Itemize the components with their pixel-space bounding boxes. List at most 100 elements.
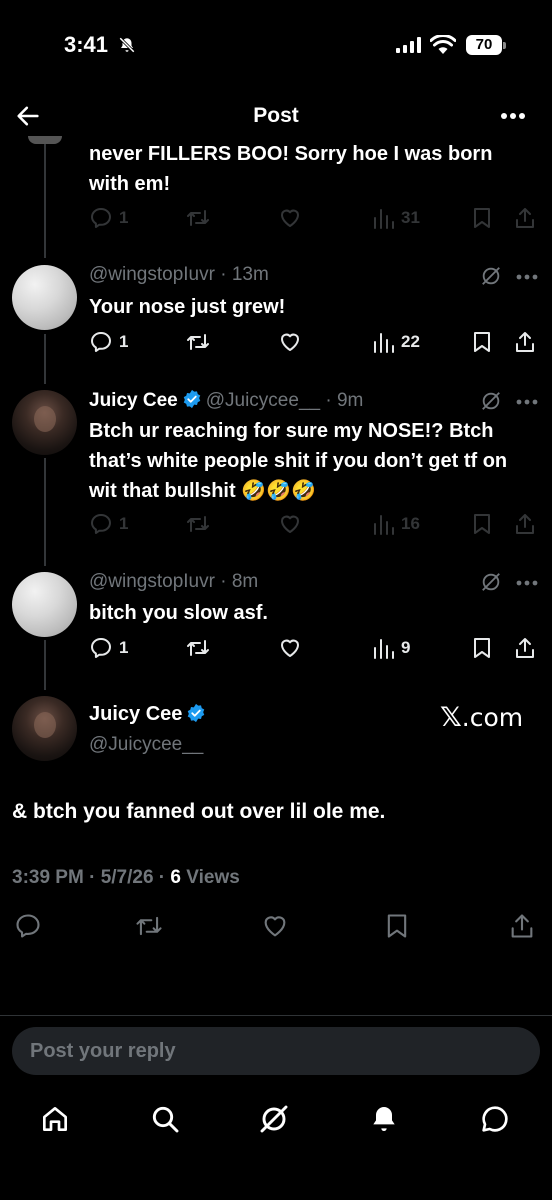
reply-icon [91, 208, 111, 228]
tweet-text: bitch you slow asf. [89, 602, 268, 624]
tweet-time[interactable]: 9m [337, 390, 363, 411]
battery-tip [503, 42, 506, 49]
thread-line [44, 138, 46, 258]
display-name[interactable]: Juicy Cee [89, 390, 178, 411]
share-button[interactable] [513, 636, 537, 660]
reply-button[interactable]: 1 [89, 636, 128, 660]
repost-icon [187, 640, 209, 656]
grok-icon[interactable] [480, 571, 502, 593]
more-options-icon[interactable] [516, 580, 538, 586]
like-button[interactable] [277, 636, 303, 660]
views-button[interactable]: 16 [373, 512, 420, 536]
views-icon [374, 515, 394, 535]
grok-icon[interactable] [258, 1103, 290, 1135]
avatar[interactable] [12, 572, 77, 637]
tweet-header: @wingstopIuvr · 13m [89, 264, 269, 285]
reply-button[interactable]: 1 [89, 206, 128, 230]
main-tweet-author: Juicy Cee [89, 703, 210, 726]
tweet-actions: 1 22 [89, 330, 541, 356]
user-handle[interactable]: @wingstopIuvr [89, 264, 215, 285]
battery-indicator: 70 [466, 35, 502, 55]
more-options-icon[interactable] [516, 274, 538, 280]
views-label: Views [180, 867, 240, 888]
views-button[interactable]: 31 [373, 206, 420, 230]
share-button[interactable] [513, 330, 537, 354]
views-count: 9 [401, 638, 411, 657]
repost-icon [187, 334, 209, 350]
heart-icon [281, 515, 299, 533]
bookmark-button[interactable] [471, 512, 493, 536]
notifications-bell-icon[interactable] [368, 1103, 400, 1135]
thread-line [44, 334, 46, 384]
heart-icon[interactable] [260, 912, 290, 940]
user-handle[interactable]: @wingstopIuvr [89, 571, 215, 592]
tweet-time[interactable]: 8m [232, 571, 258, 592]
views-count: 31 [401, 208, 420, 227]
repost-icon[interactable] [134, 912, 164, 940]
tweet-header: @wingstopIuvr · 8m [89, 571, 259, 592]
grok-icon[interactable] [480, 390, 502, 412]
more-options-icon[interactable] [516, 399, 538, 405]
reply-button[interactable]: 1 [89, 512, 128, 536]
main-tweet-text: & btch you fanned out over lil ole me. [12, 800, 386, 823]
verified-badge-icon [188, 703, 205, 723]
home-icon[interactable] [39, 1103, 71, 1135]
bookmark-icon[interactable] [384, 912, 410, 940]
views-button[interactable]: 22 [373, 330, 420, 354]
display-name[interactable]: Juicy Cee [89, 703, 182, 725]
views-button[interactable]: 9 [373, 636, 410, 660]
reply-icon [91, 638, 111, 658]
avatar[interactable] [12, 390, 77, 455]
reply-box [12, 1027, 540, 1075]
user-handle[interactable]: @Juicycee__ [206, 390, 320, 411]
bookmark-button[interactable] [471, 206, 493, 230]
status-bar: 3:41 70 [0, 0, 552, 90]
search-icon[interactable] [149, 1103, 181, 1135]
bookmark-button[interactable] [471, 636, 493, 660]
views-count[interactable]: 6 [170, 867, 181, 888]
tweet-header: Juicy Cee @Juicycee__ · 9m [89, 389, 364, 411]
grok-icon[interactable] [480, 265, 502, 287]
repost-icon [187, 210, 209, 226]
more-options-icon[interactable] [500, 112, 526, 120]
bookmark-icon [474, 638, 490, 658]
page-title: Post [253, 104, 299, 127]
verified-badge-icon [183, 389, 200, 409]
share-icon[interactable] [508, 912, 536, 940]
wifi-icon [430, 35, 456, 54]
reply-count: 1 [119, 638, 129, 657]
tweet-actions: 1 9 [89, 636, 541, 662]
bottom-nav [0, 1095, 552, 1145]
share-button[interactable] [513, 206, 537, 230]
share-button[interactable] [513, 512, 537, 536]
repost-button[interactable] [185, 330, 211, 354]
reply-count: 1 [119, 514, 129, 533]
tweet-time[interactable]: 13m [232, 264, 269, 285]
reply-input[interactable] [12, 1027, 540, 1075]
bookmark-icon [474, 514, 490, 534]
views-icon [374, 209, 394, 229]
like-button[interactable] [277, 512, 303, 536]
reply-count: 1 [119, 332, 129, 351]
user-handle[interactable]: @Juicycee__ [89, 734, 203, 756]
like-button[interactable] [277, 206, 303, 230]
share-icon [516, 208, 534, 228]
timestamp-text: 3:39 PM · 5/7/26 · [12, 867, 171, 888]
status-time: 3:41 [64, 32, 109, 57]
repost-button[interactable] [185, 206, 211, 230]
messages-icon[interactable] [479, 1103, 511, 1135]
repost-button[interactable] [185, 636, 211, 660]
tweet-text: never FILLERS BOO! Sorry hoe I was born … [89, 143, 493, 195]
avatar[interactable] [12, 265, 77, 330]
reply-icon[interactable] [14, 912, 42, 940]
avatar[interactable] [12, 696, 77, 761]
share-icon [516, 638, 534, 658]
bookmark-button[interactable] [471, 330, 493, 354]
like-button[interactable] [277, 330, 303, 354]
bookmark-icon [474, 332, 490, 352]
views-count: 22 [401, 332, 420, 351]
bell-off-icon [119, 37, 135, 53]
repost-button[interactable] [185, 512, 211, 536]
reply-button[interactable]: 1 [89, 330, 128, 354]
views-icon [374, 333, 394, 353]
